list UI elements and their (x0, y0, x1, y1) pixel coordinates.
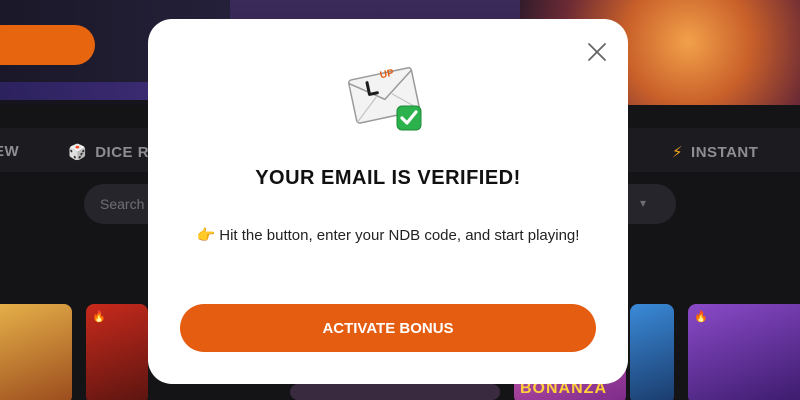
modal-message-text: Hit the button, enter your NDB code, and… (219, 227, 580, 244)
nav-item-instant[interactable]: ⚡ INSTANT (672, 143, 758, 161)
search-placeholder: Search (100, 196, 145, 212)
flame-icon: 🔥 (92, 311, 106, 323)
game-tile[interactable] (630, 304, 674, 400)
flame-icon: 🔥 (694, 311, 708, 323)
game-tile[interactable] (290, 384, 500, 400)
close-button[interactable] (586, 41, 608, 63)
nav-item-label: DICE R (95, 144, 150, 161)
email-verified-modal: UP YOUR EMAIL IS VERIFIED! 👉 Hit the butt… (148, 19, 628, 384)
dice-icon: 🎲 (68, 144, 88, 161)
chevron-down-icon[interactable]: ▾ (640, 196, 646, 210)
banner-cta-button[interactable] (0, 25, 95, 65)
activate-bonus-button[interactable]: ACTIVATE BONUS (180, 304, 596, 352)
envelope-illustration: UP (346, 59, 426, 131)
nav-item-new[interactable]: EW (0, 143, 19, 160)
check-icon (396, 105, 422, 131)
nav-item-label: EW (0, 143, 20, 160)
close-icon (588, 43, 606, 61)
bolt-icon: ⚡ (672, 144, 684, 161)
game-tile[interactable] (0, 304, 72, 400)
pointing-hand-icon: 👉 (196, 227, 216, 244)
nav-item-label: INSTANT (691, 144, 759, 161)
modal-message: 👉 Hit the button, enter your NDB code, an… (188, 224, 588, 248)
modal-title: YOUR EMAIL IS VERIFIED! (255, 167, 521, 189)
nav-item-dice[interactable]: 🎲 DICE R (68, 143, 149, 161)
